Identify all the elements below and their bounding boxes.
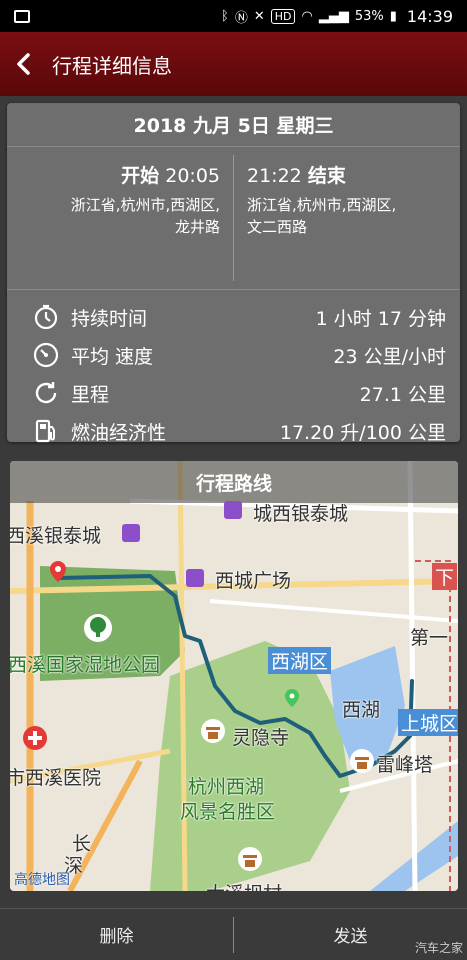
temple-icon-lingyin bbox=[201, 719, 225, 743]
map-label-xihu-district: 西湖区 bbox=[268, 647, 332, 674]
battery-icon: ▮ bbox=[389, 8, 397, 24]
stat-duration-label: 持续时间 bbox=[71, 307, 148, 330]
wifi-icon: ◠ bbox=[301, 8, 313, 24]
temple-icon-south bbox=[238, 847, 262, 871]
trip-start: 开始 20:05 浙江省,杭州市,西湖区, 龙井路 bbox=[10, 161, 220, 238]
start-time: 20:05 bbox=[165, 165, 220, 187]
trip-date: 2018 九月 5日 星期三 bbox=[7, 103, 460, 147]
end-label: 结束 bbox=[307, 165, 346, 187]
back-arrow-icon bbox=[17, 53, 30, 75]
refresh-icon bbox=[31, 378, 61, 408]
page-title: 行程详细信息 bbox=[52, 53, 172, 78]
stat-fuel-value: 17.20 升/100 公里 bbox=[279, 421, 446, 444]
start-label: 开始 bbox=[121, 165, 160, 187]
shopping-bag-icon bbox=[186, 569, 204, 587]
stat-distance-label: 里程 bbox=[71, 383, 110, 406]
start-address-line1: 浙江省,杭州市,西湖区, bbox=[70, 196, 220, 214]
fuel-pump-icon bbox=[31, 416, 61, 446]
end-address-line2: 文二西路 bbox=[247, 218, 308, 236]
trip-end: 21:22 结束 浙江省,杭州市,西湖区, 文二西路 bbox=[247, 161, 452, 238]
temple-icon-leifeng bbox=[350, 749, 374, 773]
stat-avg-speed-label: 平均 速度 bbox=[71, 345, 154, 368]
map-label-xixi-hospital: 市西溪医院 bbox=[10, 767, 102, 789]
signal-icon: ▂▄▆ bbox=[318, 8, 349, 24]
stat-distance-value: 27.1 公里 bbox=[359, 383, 446, 406]
stat-distance: 里程 27.1 公里 bbox=[7, 374, 460, 412]
map-label-xia: 下 bbox=[432, 563, 458, 590]
hd-badge: HD bbox=[270, 8, 296, 24]
map-label-west-lake: 西湖 bbox=[342, 699, 381, 721]
endpoint-divider bbox=[233, 155, 234, 281]
stat-fuel-label: 燃油经济性 bbox=[71, 421, 167, 444]
end-address-line1: 浙江省,杭州市,西湖区, bbox=[247, 196, 397, 214]
shopping-bag-icon bbox=[122, 524, 140, 542]
trip-info-card: 2018 九月 5日 星期三 开始 20:05 浙江省,杭州市,西湖区, 龙井路… bbox=[7, 103, 460, 444]
shopping-bag-icon bbox=[224, 501, 242, 519]
map-label-chengxi-yintai: 城西银泰城 bbox=[253, 503, 349, 525]
status-icons: ᛒ Ⓝ ✕ HD ◠ ▂▄▆ 53% ▮ 14:39 bbox=[221, 7, 453, 26]
stat-duration-value: 1 小时 17 分钟 bbox=[315, 307, 446, 330]
map-label-scenic-area: 风景名胜区 bbox=[180, 801, 276, 823]
route-map[interactable]: 行程路线 城西银泰城 西溪银泰城 西城广场 西溪国家湿地公园 西湖区 西湖 灵隐… bbox=[10, 461, 458, 891]
map-title: 行程路线 bbox=[10, 461, 458, 503]
delete-button[interactable]: 删除 bbox=[0, 922, 233, 947]
status-bar: ᛒ Ⓝ ✕ HD ◠ ▂▄▆ 53% ▮ 14:39 bbox=[0, 0, 467, 32]
mute-icon: ✕ bbox=[253, 8, 265, 24]
hospital-icon bbox=[23, 726, 47, 750]
back-button[interactable] bbox=[0, 32, 46, 96]
image-notification-icon bbox=[14, 9, 30, 23]
stat-duration: 持续时间 1 小时 17 分钟 bbox=[7, 298, 460, 336]
map-label-hangzhou-west-lake: 杭州西湖 bbox=[188, 776, 265, 798]
nfc-icon: Ⓝ bbox=[234, 10, 248, 26]
park-tree-icon bbox=[84, 614, 112, 642]
trip-stats: 持续时间 1 小时 17 分钟 平均 速度 23 公里/小时 里程 27.1 公… bbox=[7, 290, 460, 450]
map-label-leifeng-pagoda: 雷峰塔 bbox=[376, 754, 434, 776]
app-header: 行程详细信息 bbox=[0, 32, 467, 96]
clock: 14:39 bbox=[406, 6, 453, 26]
map-brand-logo: 高德地图 bbox=[14, 872, 70, 888]
map-label-shangcheng-district: 上城区 bbox=[398, 709, 458, 736]
map-label-di-yi: 第一 bbox=[410, 627, 449, 649]
map-label-daxi-village: 大溪坝村 bbox=[206, 879, 282, 891]
map-label-xicheng-plaza: 西城广场 bbox=[215, 570, 292, 592]
speedometer-icon bbox=[31, 340, 61, 370]
map-label-xixi-yintai: 西溪银泰城 bbox=[10, 525, 102, 547]
map-label-xixi-wetland: 西溪国家湿地公园 bbox=[10, 654, 161, 676]
bottom-action-bar: 删除 发送 汽车之家 bbox=[0, 908, 467, 960]
map-label-lingyin-temple: 灵隐寺 bbox=[232, 727, 290, 749]
end-time: 21:22 bbox=[247, 165, 302, 187]
battery-percent: 53% bbox=[354, 8, 384, 24]
stat-avg-speed: 平均 速度 23 公里/小时 bbox=[7, 336, 460, 374]
bluetooth-icon: ᛒ bbox=[221, 8, 229, 24]
stat-avg-speed-value: 23 公里/小时 bbox=[333, 345, 446, 368]
stopwatch-icon bbox=[31, 302, 61, 332]
watermark: 汽车之家 bbox=[414, 941, 463, 955]
stat-fuel-economy: 燃油经济性 17.20 升/100 公里 bbox=[7, 412, 460, 450]
trip-endpoints: 开始 20:05 浙江省,杭州市,西湖区, 龙井路 21:22 结束 浙江省,杭… bbox=[7, 147, 460, 290]
start-address-line2: 龙井路 bbox=[174, 218, 220, 236]
